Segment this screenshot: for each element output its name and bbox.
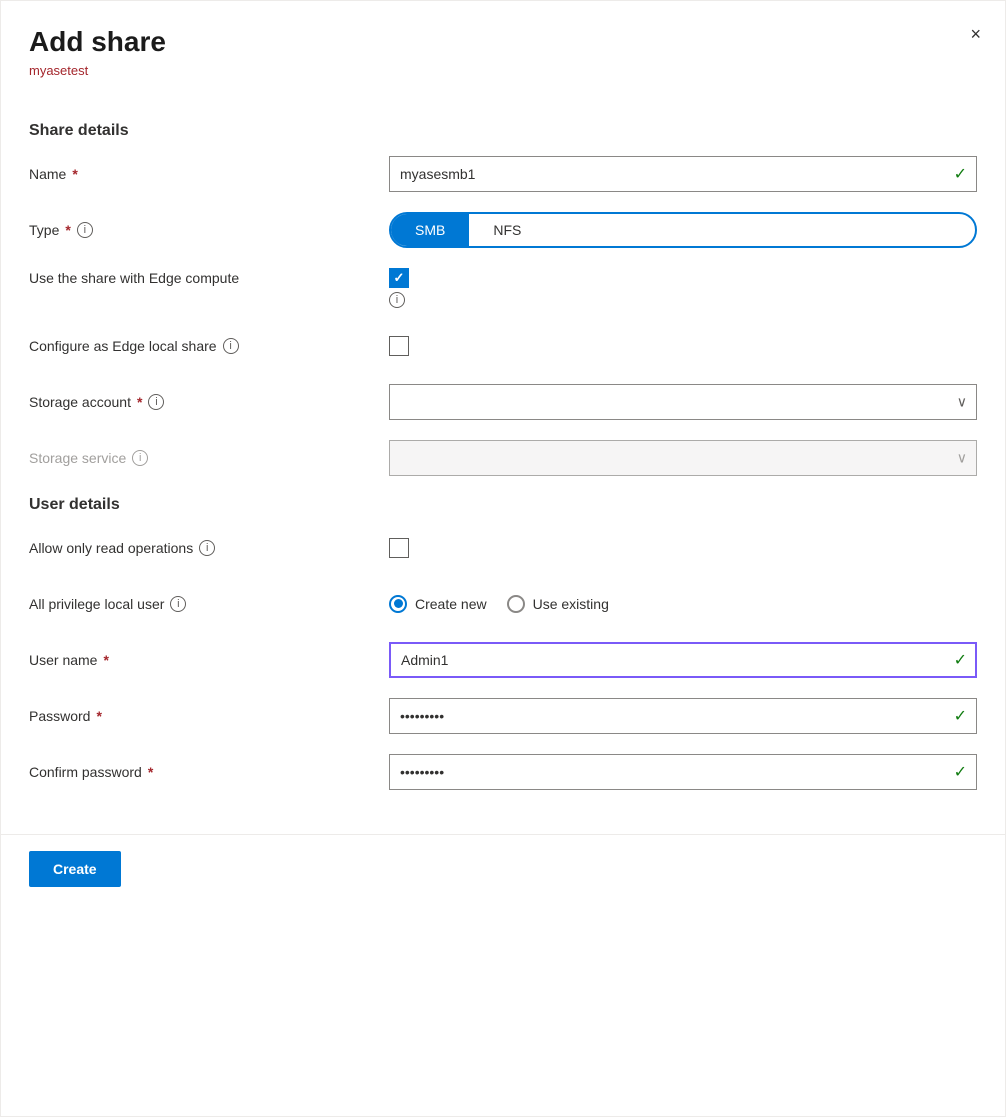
use-existing-radio-label: Use existing (533, 596, 609, 612)
use-existing-radio-circle[interactable] (507, 595, 525, 613)
panel-body: Share details Name * ✓ Type * i (1, 94, 1005, 834)
storage-service-select-wrapper: ∨ (389, 440, 977, 476)
create-new-radio-circle[interactable] (389, 595, 407, 613)
name-input[interactable] (389, 156, 977, 192)
storage-service-row: Storage service i ∨ (29, 440, 977, 476)
storage-account-label: Storage account * i (29, 394, 389, 410)
password-input-wrapper: ✓ (389, 698, 977, 734)
type-nfs-button[interactable]: NFS (469, 214, 545, 246)
confirm-password-control: ✓ (389, 754, 977, 790)
name-control: ✓ (389, 156, 977, 192)
edge-compute-checkbox[interactable] (389, 268, 409, 288)
username-label: User name * (29, 652, 389, 668)
close-button[interactable]: × (966, 21, 985, 47)
privilege-row: All privilege local user i Create new Us… (29, 586, 977, 622)
type-control: SMB NFS (389, 212, 977, 248)
share-details-section-title: Share details (29, 122, 977, 140)
storage-account-row: Storage account * i ∨ (29, 384, 977, 420)
name-row: Name * ✓ (29, 156, 977, 192)
edge-local-checkbox[interactable] (389, 336, 409, 356)
confirm-password-label: Confirm password * (29, 764, 389, 780)
edge-local-control (389, 336, 977, 356)
edge-compute-info-row: i (389, 292, 409, 308)
edge-compute-row: Use the share with Edge compute i (29, 268, 977, 308)
confirm-password-input[interactable] (389, 754, 977, 790)
add-share-panel: Add share myasetest × Share details Name… (0, 0, 1006, 1117)
type-required: * (65, 222, 70, 238)
confirm-password-required: * (148, 764, 153, 780)
storage-service-control: ∨ (389, 440, 977, 476)
storage-account-control: ∨ (389, 384, 977, 420)
username-input[interactable] (389, 642, 977, 678)
type-info-icon[interactable]: i (77, 222, 93, 238)
use-existing-radio-option[interactable]: Use existing (507, 595, 609, 613)
user-details-section-title: User details (29, 496, 977, 514)
name-label: Name * (29, 166, 389, 182)
storage-account-required: * (137, 394, 142, 410)
username-control: ✓ (389, 642, 977, 678)
panel-title: Add share (29, 25, 977, 59)
panel-subtitle: myasetest (29, 63, 977, 78)
name-input-wrapper: ✓ (389, 156, 977, 192)
allow-read-info-icon[interactable]: i (199, 540, 215, 556)
password-input[interactable] (389, 698, 977, 734)
name-required: * (72, 166, 77, 182)
storage-account-info-icon[interactable]: i (148, 394, 164, 410)
type-toggle: SMB NFS (389, 212, 977, 248)
storage-account-select[interactable] (389, 384, 977, 420)
allow-read-control (389, 538, 977, 558)
privilege-radio-group: Create new Use existing (389, 595, 977, 613)
confirm-password-input-wrapper: ✓ (389, 754, 977, 790)
username-required: * (103, 652, 108, 668)
panel-header: Add share myasetest × (1, 1, 1005, 94)
confirm-password-row: Confirm password * ✓ (29, 754, 977, 790)
edge-compute-info-icon[interactable]: i (389, 292, 405, 308)
edge-local-info-icon[interactable]: i (223, 338, 239, 354)
create-button[interactable]: Create (29, 851, 121, 887)
name-check-icon: ✓ (954, 164, 967, 184)
create-new-radio-option[interactable]: Create new (389, 595, 487, 613)
password-required: * (96, 708, 101, 724)
privilege-control: Create new Use existing (389, 595, 977, 613)
allow-read-row: Allow only read operations i (29, 530, 977, 566)
create-new-radio-label: Create new (415, 596, 487, 612)
privilege-info-icon[interactable]: i (170, 596, 186, 612)
storage-service-select (389, 440, 977, 476)
storage-service-info-icon: i (132, 450, 148, 466)
edge-compute-label: Use the share with Edge compute (29, 268, 389, 286)
allow-read-label: Allow only read operations i (29, 540, 389, 556)
allow-read-checkbox[interactable] (389, 538, 409, 558)
password-check-icon: ✓ (954, 706, 967, 726)
type-smb-button[interactable]: SMB (391, 214, 469, 246)
storage-account-select-wrapper: ∨ (389, 384, 977, 420)
privilege-label: All privilege local user i (29, 596, 389, 612)
storage-service-label: Storage service i (29, 450, 389, 466)
type-label: Type * i (29, 222, 389, 238)
password-row: Password * ✓ (29, 698, 977, 734)
type-row: Type * i SMB NFS (29, 212, 977, 248)
username-row: User name * ✓ (29, 642, 977, 678)
panel-footer: Create (1, 834, 1005, 903)
edge-compute-right: i (389, 268, 409, 308)
password-label: Password * (29, 708, 389, 724)
username-input-wrapper: ✓ (389, 642, 977, 678)
confirm-password-check-icon: ✓ (954, 762, 967, 782)
username-check-icon: ✓ (954, 650, 967, 670)
edge-local-row: Configure as Edge local share i (29, 328, 977, 364)
edge-local-label: Configure as Edge local share i (29, 338, 389, 354)
password-control: ✓ (389, 698, 977, 734)
